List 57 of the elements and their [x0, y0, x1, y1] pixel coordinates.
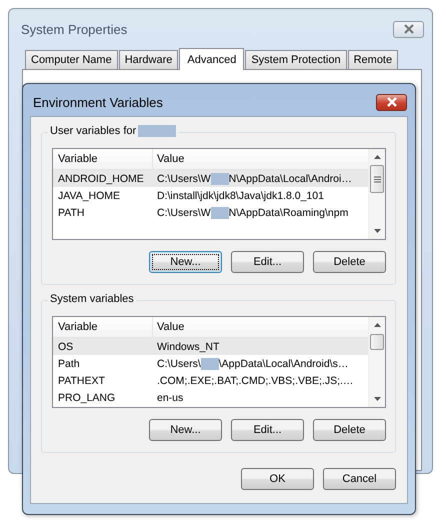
list-row[interactable]: JAVA_HOME D:\install\jdk\jdk8\Java\jdk1.8.0_101: [53, 187, 368, 204]
scroll-thumb[interactable]: [370, 165, 384, 193]
dialog-button[interactable]: Delete: [313, 251, 386, 273]
up-arrow-icon[interactable]: [374, 323, 380, 327]
variable-cell-text: Path: [57, 358, 81, 370]
value-cell: en-us: [157, 392, 184, 404]
value-cell: C:\Users\W: [157, 172, 211, 184]
scrollbar[interactable]: [368, 317, 385, 407]
column-header[interactable]: Value: [153, 321, 184, 333]
variable-cell-text: ANDROID_HOME: [57, 172, 145, 184]
close-button[interactable]: [393, 20, 424, 38]
value-cell: C:\Users\: [157, 358, 201, 370]
value-cell: D:\install\jdk\jdk8\Java\jdk1.8.0_101: [157, 190, 324, 202]
down-arrow-icon[interactable]: [374, 229, 380, 233]
value-cell: N\AppData\Roaming\npm: [228, 206, 348, 218]
dialog-button[interactable]: Edit...: [231, 251, 304, 273]
list-row[interactable]: PRO_LANG en-us: [53, 389, 368, 406]
dialog-title: Environment Variables: [33, 94, 163, 110]
value-cell: \AppData\Local\Android\s…: [218, 358, 348, 370]
close-icon: [402, 24, 414, 34]
dialog-button[interactable]: New...: [149, 251, 222, 273]
group-label: User variables for: [50, 125, 136, 137]
variable-cell-text: PATH: [57, 206, 86, 218]
variable-cell-text: JAVA_HOME: [57, 190, 122, 202]
variable-cell-text: PRO_LANG: [57, 392, 116, 404]
tab[interactable]: Remote: [348, 50, 398, 69]
list-row[interactable]: Path C:\Users\ \AppData\Local\Android\s…: [53, 355, 368, 372]
dialog-button[interactable]: Cancel: [323, 468, 396, 490]
value-cell: Windows_NT: [157, 340, 220, 352]
column-header[interactable]: Value: [153, 153, 184, 165]
window-title: System Properties: [21, 22, 128, 36]
tab[interactable]: Hardware: [118, 50, 178, 69]
down-arrow-icon[interactable]: [374, 397, 380, 401]
close-icon: [386, 97, 398, 107]
dialog-button[interactable]: OK: [241, 468, 314, 490]
value-cell: .COM;.EXE;.BAT;.CMD;.VBS;.VBE;.JS;.…: [157, 374, 354, 386]
list-row[interactable]: PATHEXT .COM;.EXE;.BAT;.CMD;.VBS;.VBE;.JS;.…: [53, 372, 368, 389]
tab[interactable]: System Protection: [245, 50, 347, 69]
tab[interactable]: Advanced: [179, 48, 244, 70]
column-header[interactable]: Variable: [53, 317, 153, 337]
dialog-button[interactable]: Delete: [313, 419, 386, 441]
group-label: System variables: [50, 293, 134, 305]
up-arrow-icon[interactable]: [374, 155, 380, 159]
variable-cell-text: OS: [57, 340, 74, 352]
close-button[interactable]: [376, 94, 407, 110]
column-header[interactable]: Variable: [53, 149, 153, 169]
scrollbar[interactable]: [368, 149, 385, 239]
dialog-button[interactable]: Edit...: [231, 419, 304, 441]
scroll-thumb[interactable]: [370, 334, 384, 350]
value-cell: N\AppData\Local\Androi…: [228, 172, 352, 184]
list-row[interactable]: ANDROID_HOME C:\Users\W N\AppData\Local\Androi…: [53, 170, 368, 187]
tab[interactable]: Computer Name: [25, 50, 118, 69]
value-cell: C:\Users\W: [157, 206, 211, 218]
list-row[interactable]: PATH C:\Users\W N\AppData\Roaming\npm: [53, 204, 368, 221]
variable-cell-text: PATHEXT: [57, 374, 106, 386]
dialog-button[interactable]: New...: [149, 419, 222, 441]
list-row[interactable]: OS Windows_NT: [53, 338, 368, 355]
